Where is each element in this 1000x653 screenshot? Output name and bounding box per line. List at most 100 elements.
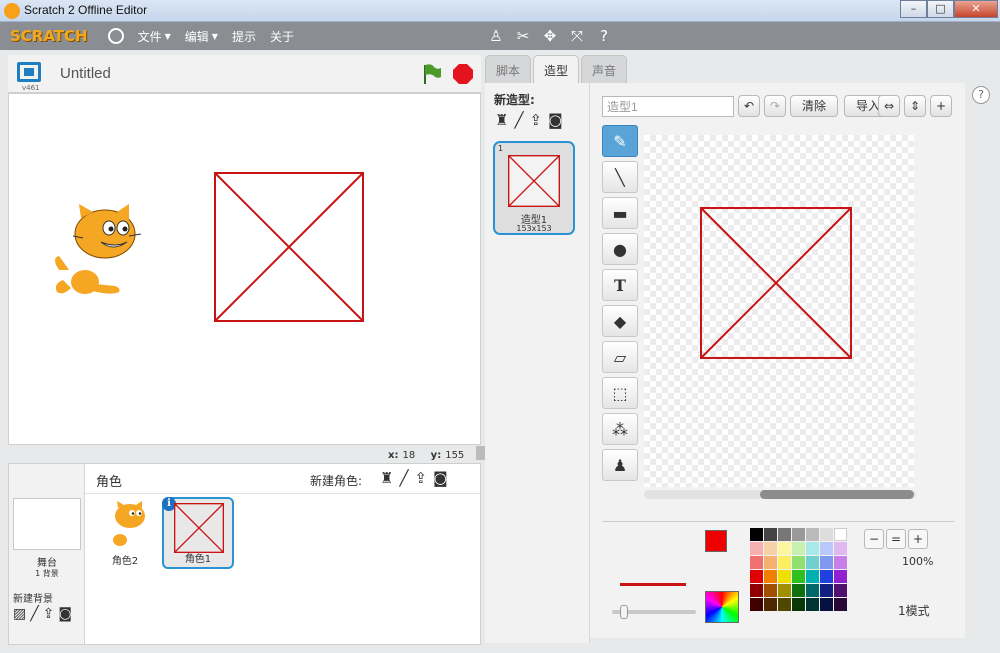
- costume-library-icon[interactable]: ♜: [495, 111, 508, 129]
- tab-scripts[interactable]: 脚本: [485, 55, 532, 83]
- stage-header: v461 Untitled: [8, 55, 481, 93]
- costume-drawing[interactable]: [700, 207, 852, 359]
- brush-tool-icon[interactable]: ✎: [602, 125, 638, 157]
- fill-bucket-icon[interactable]: ◆: [602, 305, 638, 337]
- presentation-mode-icon[interactable]: [17, 62, 41, 82]
- color-spectrum-picker[interactable]: [705, 591, 739, 623]
- stage-thumbnail[interactable]: [13, 498, 81, 550]
- costume-thumbnail: [508, 155, 560, 207]
- shrink-icon[interactable]: ⤧: [569, 27, 585, 45]
- upload-icon[interactable]: ⇪: [414, 469, 427, 487]
- green-flag-icon[interactable]: [422, 63, 442, 85]
- paint-brush-icon[interactable]: ╱: [399, 469, 408, 487]
- editor-tabs: 脚本 造型 声音: [485, 55, 628, 83]
- x-label: x:: [388, 450, 399, 461]
- rectangle-tool-icon[interactable]: ▬: [602, 197, 638, 229]
- clear-button[interactable]: 清除: [790, 95, 838, 117]
- line-width-preview: [620, 583, 686, 586]
- eraser-tool-icon[interactable]: ▱: [602, 341, 638, 373]
- chevron-down-icon: ▼: [164, 31, 171, 41]
- upload-icon[interactable]: ⇪: [43, 606, 55, 622]
- line-tool-icon[interactable]: ╲: [602, 161, 638, 193]
- scratch-cat-sprite[interactable]: [49, 204, 141, 304]
- zoom-reset-icon[interactable]: =: [886, 529, 906, 549]
- sprites-title: 角色: [96, 475, 123, 490]
- stop-button[interactable]: [453, 64, 473, 84]
- paint-canvas[interactable]: [644, 135, 914, 487]
- slider-knob[interactable]: [620, 605, 628, 619]
- magic-select-icon[interactable]: ⁂: [602, 413, 638, 445]
- minimize-button[interactable]: –: [900, 0, 927, 18]
- costume-sprite-x-box[interactable]: [214, 172, 364, 322]
- paint-tool-palette: ✎ ╲ ▬ ● T ◆ ▱ ⬚ ⁂ ♟: [602, 125, 638, 485]
- scratch-logo[interactable]: SCRATCH: [10, 27, 88, 45]
- redo-button[interactable]: ↷: [764, 95, 786, 117]
- select-tool-icon[interactable]: ⬚: [602, 377, 638, 409]
- sprite-library-icon[interactable]: ♜: [380, 469, 393, 487]
- y-value: 155: [445, 450, 465, 461]
- convert-mode-button[interactable]: 1模式: [898, 602, 930, 619]
- grow-icon[interactable]: ✥: [542, 27, 558, 45]
- costume-name-input[interactable]: [602, 96, 734, 117]
- new-sprite-tools: ♜ ╱ ⇪ ◙: [380, 469, 448, 487]
- delete-scissors-icon[interactable]: ✂: [515, 27, 531, 45]
- menu-about[interactable]: 关于: [270, 28, 294, 45]
- scratch-cat-icon: [4, 3, 20, 19]
- help-block-icon[interactable]: ?: [596, 27, 612, 45]
- paint-editor: ↶ ↷ 清除 导入 ⇔ ⇕ + ✎ ╲ ▬ ● T ◆ ▱ ⬚ ⁂ ♟: [590, 83, 965, 638]
- upload-icon[interactable]: ⇪: [529, 111, 542, 129]
- camera-icon[interactable]: ◙: [548, 111, 563, 129]
- backdrop-count: 1 背景: [35, 569, 59, 578]
- canvas-horizontal-scrollbar[interactable]: [644, 490, 916, 499]
- window-title: Scratch 2 Offline Editor: [24, 3, 148, 17]
- ellipse-tool-icon[interactable]: ●: [602, 233, 638, 265]
- sprite-tile-selected[interactable]: i 角色1: [162, 497, 234, 569]
- undo-button[interactable]: ↶: [738, 95, 760, 117]
- menu-edit[interactable]: 编辑 ▼: [185, 28, 218, 45]
- y-label: y:: [430, 450, 442, 461]
- sprite-pane: 舞台 1 背景 新建背景 ▨ ╱ ⇪ ◙ 角色 新建角色: ♜ ╱ ⇪ ◙ 角色…: [8, 463, 481, 645]
- new-costume-tools: ♜ ╱ ⇪ ◙: [495, 111, 563, 129]
- zoom-in-icon[interactable]: +: [908, 529, 928, 549]
- help-icon[interactable]: ?: [972, 86, 990, 104]
- color-settings: − = + 100% 1模式: [602, 521, 954, 627]
- close-button[interactable]: ✕: [954, 0, 998, 18]
- menu-tips-label: 提示: [231, 29, 256, 44]
- x-value: 18: [402, 450, 416, 461]
- stage-canvas[interactable]: [8, 93, 481, 445]
- camera-icon[interactable]: ◙: [433, 469, 448, 487]
- new-sprite-label: 新建角色:: [310, 474, 363, 488]
- tab-sounds[interactable]: 声音: [581, 55, 628, 83]
- sprites-header: 角色 新建角色: ♜ ╱ ⇪ ◙: [85, 464, 480, 494]
- set-center-icon[interactable]: +: [930, 95, 952, 117]
- costume-size: 153x153: [516, 224, 552, 233]
- paint-brush-icon[interactable]: ╱: [514, 111, 523, 129]
- costume-list: 新造型: ♜ ╱ ⇪ ◙ 1 造型1 153x153: [485, 83, 590, 643]
- stamp-tool-icon[interactable]: ♟: [602, 449, 638, 481]
- cat-thumbnail: [113, 501, 145, 546]
- menu-file[interactable]: 文件 ▼: [138, 28, 171, 45]
- image-library-icon[interactable]: ▨: [13, 606, 26, 622]
- paint-brush-icon[interactable]: ╱: [30, 606, 38, 622]
- window-controls: – □ ✕: [900, 0, 998, 18]
- scrollbar-thumb[interactable]: [760, 490, 914, 499]
- costume-tile[interactable]: 1 造型1 153x153: [493, 141, 575, 235]
- primary-color-swatch[interactable]: [705, 530, 727, 552]
- tab-costumes[interactable]: 造型: [533, 55, 580, 83]
- duplicate-stamp-icon[interactable]: ♙: [488, 27, 504, 45]
- text-tool-icon[interactable]: T: [602, 269, 638, 301]
- menu-tips[interactable]: 提示: [232, 28, 256, 45]
- flip-horizontal-icon[interactable]: ⇔: [878, 95, 900, 117]
- camera-icon[interactable]: ◙: [58, 606, 72, 622]
- project-title[interactable]: Untitled: [60, 65, 111, 82]
- stage-label: 舞台: [37, 558, 57, 569]
- line-width-slider[interactable]: [612, 605, 696, 619]
- mouse-coordinates: x: 18 y: 155: [388, 450, 476, 461]
- flip-vertical-icon[interactable]: ⇕: [904, 95, 926, 117]
- menu-edit-label: 编辑: [184, 29, 209, 44]
- maximize-button[interactable]: □: [927, 0, 954, 18]
- language-globe-icon[interactable]: [107, 28, 124, 44]
- zoom-out-icon[interactable]: −: [864, 529, 884, 549]
- color-palette[interactable]: [750, 528, 847, 611]
- sprite-tile[interactable]: 角色2: [89, 497, 161, 569]
